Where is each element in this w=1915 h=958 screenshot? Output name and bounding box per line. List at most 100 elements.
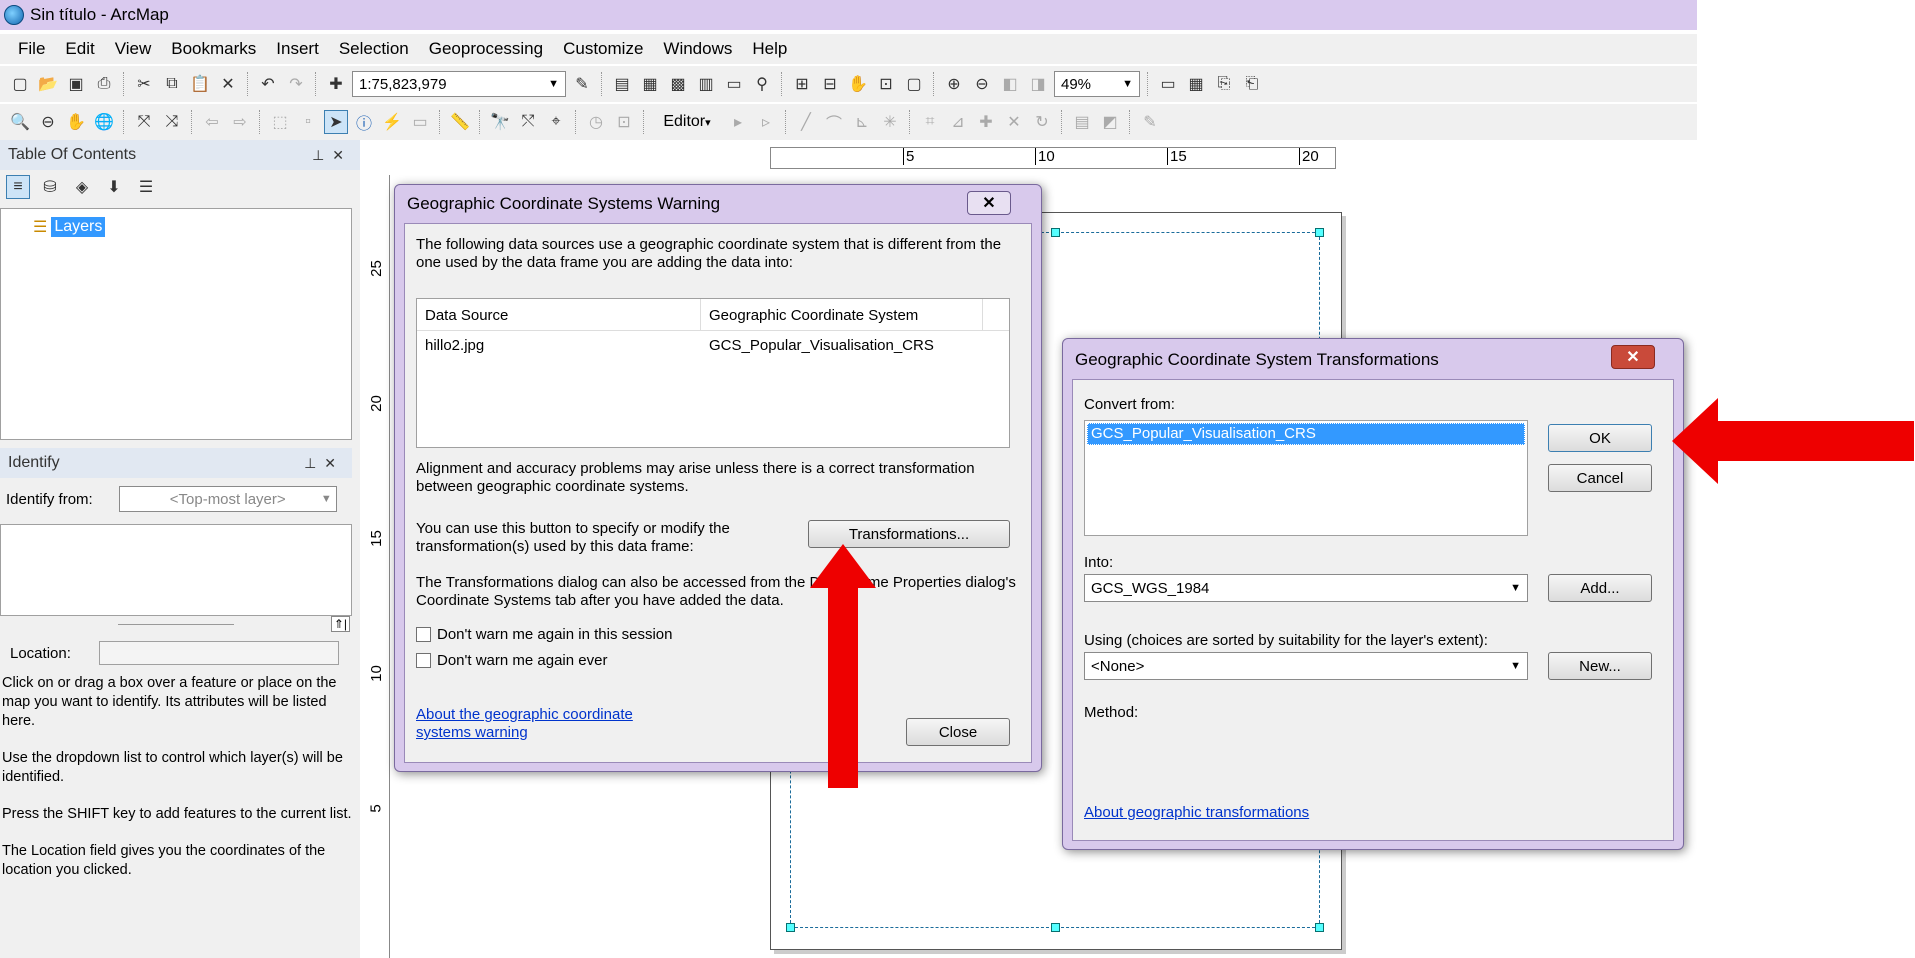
table-row[interactable]: hillo2.jpg GCS_Popular_Visualisation_CRS: [417, 331, 1009, 361]
menu-insert[interactable]: Insert: [266, 39, 329, 59]
attributes-icon[interactable]: ▤: [1070, 110, 1094, 134]
menu-help[interactable]: Help: [742, 39, 797, 59]
paste-icon[interactable]: 📋: [188, 72, 212, 96]
next-extent-icon[interactable]: ◨: [1026, 72, 1050, 96]
zoom-out-fixed-icon[interactable]: ⊖: [970, 72, 994, 96]
pan-page-icon[interactable]: ✋: [846, 72, 870, 96]
new-button[interactable]: New...: [1548, 652, 1652, 680]
open-folder-icon[interactable]: 📂: [36, 72, 60, 96]
layers-node[interactable]: Layers: [51, 217, 106, 237]
search-window-icon[interactable]: ▭: [722, 72, 746, 96]
resize-handle[interactable]: [1051, 923, 1060, 932]
python-window-icon[interactable]: ▥: [694, 72, 718, 96]
resize-handle[interactable]: [1315, 923, 1324, 932]
previous-extent-icon[interactable]: ◧: [998, 72, 1022, 96]
create-viewer-icon[interactable]: ⊡: [612, 110, 636, 134]
chk-session[interactable]: Don't warn me again in this session: [416, 626, 672, 643]
split-icon[interactable]: ✕: [1002, 110, 1026, 134]
catalog-icon[interactable]: ▦: [638, 72, 662, 96]
zoom-width-icon[interactable]: ⊟: [818, 72, 842, 96]
straight-segment-icon[interactable]: ╱: [794, 110, 818, 134]
zoom-in-icon[interactable]: 🔍: [8, 110, 32, 134]
expand-icon[interactable]: ⇑|: [330, 616, 350, 632]
point-icon[interactable]: ✳: [878, 110, 902, 134]
location-field[interactable]: [98, 641, 339, 665]
modelbuilder-icon[interactable]: ⚲: [750, 72, 774, 96]
chk-ever[interactable]: Don't warn me again ever: [416, 652, 607, 669]
zoom-in-fixed-icon[interactable]: ⊕: [942, 72, 966, 96]
identify-icon[interactable]: ⓘ: [352, 110, 376, 134]
trace-icon[interactable]: ⊾: [850, 110, 874, 134]
editor-menu[interactable]: Editor ▾: [652, 110, 722, 134]
find-icon[interactable]: 🔭: [488, 110, 512, 134]
menu-selection[interactable]: Selection: [329, 39, 419, 59]
editor-toolbar-icon[interactable]: ✎: [570, 72, 594, 96]
zoom-100-icon[interactable]: ▢: [902, 72, 926, 96]
menu-file[interactable]: File: [8, 39, 55, 59]
zoom-combo[interactable]: 49% ▼: [1054, 71, 1140, 97]
zoom-whole-page-icon[interactable]: ⊞: [790, 72, 814, 96]
fixed-zoom-out-icon[interactable]: ⤨: [160, 110, 184, 134]
identify-from-combo[interactable]: <Top-most layer> ▼: [118, 486, 337, 512]
add-data-icon[interactable]: ✚: [324, 72, 348, 96]
select-features-icon[interactable]: ⬚: [268, 110, 292, 134]
create-features-icon[interactable]: ✎: [1138, 110, 1162, 134]
convert-from-list[interactable]: GCS_Popular_Visualisation_CRS: [1084, 420, 1528, 536]
fixed-zoom-in-icon[interactable]: ⤧: [132, 110, 156, 134]
change-layout-icon[interactable]: ⎘: [1212, 72, 1236, 96]
column-header[interactable]: Geographic Coordinate System: [701, 299, 983, 330]
menu-geoprocessing[interactable]: Geoprocessing: [419, 39, 553, 59]
edit-vertices-icon[interactable]: ⌗: [918, 110, 942, 134]
cancel-button[interactable]: Cancel: [1548, 464, 1652, 492]
save-icon[interactable]: ▣: [64, 72, 88, 96]
menu-customize[interactable]: Customize: [553, 39, 653, 59]
full-extent-icon[interactable]: 🌐: [92, 110, 116, 134]
resize-handle[interactable]: [786, 923, 795, 932]
menu-view[interactable]: View: [105, 39, 162, 59]
menu-bookmarks[interactable]: Bookmarks: [161, 39, 266, 59]
list-item[interactable]: GCS_Popular_Visualisation_CRS: [1087, 423, 1525, 445]
table-window-icon[interactable]: ▤: [610, 72, 634, 96]
fixed-zoom-icon[interactable]: ⊡: [874, 72, 898, 96]
options-icon[interactable]: ☰: [134, 175, 158, 199]
checkbox-icon[interactable]: [416, 627, 431, 642]
measure-icon[interactable]: 📏: [448, 110, 472, 134]
cut-icon[interactable]: ✂: [132, 72, 156, 96]
pin-close-icons[interactable]: ⊥✕: [312, 147, 352, 164]
redo-icon[interactable]: ↷: [284, 72, 308, 96]
copy-icon[interactable]: ⧉: [160, 72, 184, 96]
into-combo[interactable]: GCS_WGS_1984 ▼: [1084, 574, 1528, 602]
edit-tool-icon[interactable]: ▸: [726, 110, 750, 134]
back-icon[interactable]: ⇦: [200, 110, 224, 134]
delete-icon[interactable]: ✕: [216, 72, 240, 96]
column-header[interactable]: Data Source: [417, 299, 701, 330]
ok-button[interactable]: OK: [1548, 424, 1652, 452]
zoom-out-icon[interactable]: ⊖: [36, 110, 60, 134]
edit-annotation-icon[interactable]: ▹: [754, 110, 778, 134]
pin-close-icons[interactable]: ⊥✕: [304, 455, 344, 472]
menu-edit[interactable]: Edit: [55, 39, 104, 59]
forward-icon[interactable]: ⇨: [228, 110, 252, 134]
print-icon[interactable]: ⎙: [92, 72, 116, 96]
go-to-xy-icon[interactable]: ⌖: [544, 110, 568, 134]
new-document-icon[interactable]: ▢: [8, 72, 32, 96]
data-driven-pages-icon[interactable]: ⎗: [1240, 72, 1264, 96]
list-by-visibility-icon[interactable]: ◈: [70, 175, 94, 199]
list-by-drawing-order-icon[interactable]: ≡: [6, 175, 30, 199]
add-button[interactable]: Add...: [1548, 574, 1652, 602]
cut-polygons-icon[interactable]: ✚: [974, 110, 998, 134]
menu-windows[interactable]: Windows: [653, 39, 742, 59]
resize-handle[interactable]: [1315, 228, 1324, 237]
toggle-draft-icon[interactable]: ▭: [1156, 72, 1180, 96]
sketch-properties-icon[interactable]: ◩: [1098, 110, 1122, 134]
close-button[interactable]: Close: [906, 718, 1010, 746]
undo-icon[interactable]: ↶: [256, 72, 280, 96]
pan-icon[interactable]: ✋: [64, 110, 88, 134]
checkbox-icon[interactable]: [416, 653, 431, 668]
reshape-icon[interactable]: ⊿: [946, 110, 970, 134]
arctoolbox-icon[interactable]: ▩: [666, 72, 690, 96]
hyperlink-icon[interactable]: ⚡: [380, 110, 404, 134]
select-elements-icon[interactable]: ➤: [324, 110, 348, 134]
rotate-icon[interactable]: ↻: [1030, 110, 1054, 134]
using-combo[interactable]: <None> ▼: [1084, 652, 1528, 680]
